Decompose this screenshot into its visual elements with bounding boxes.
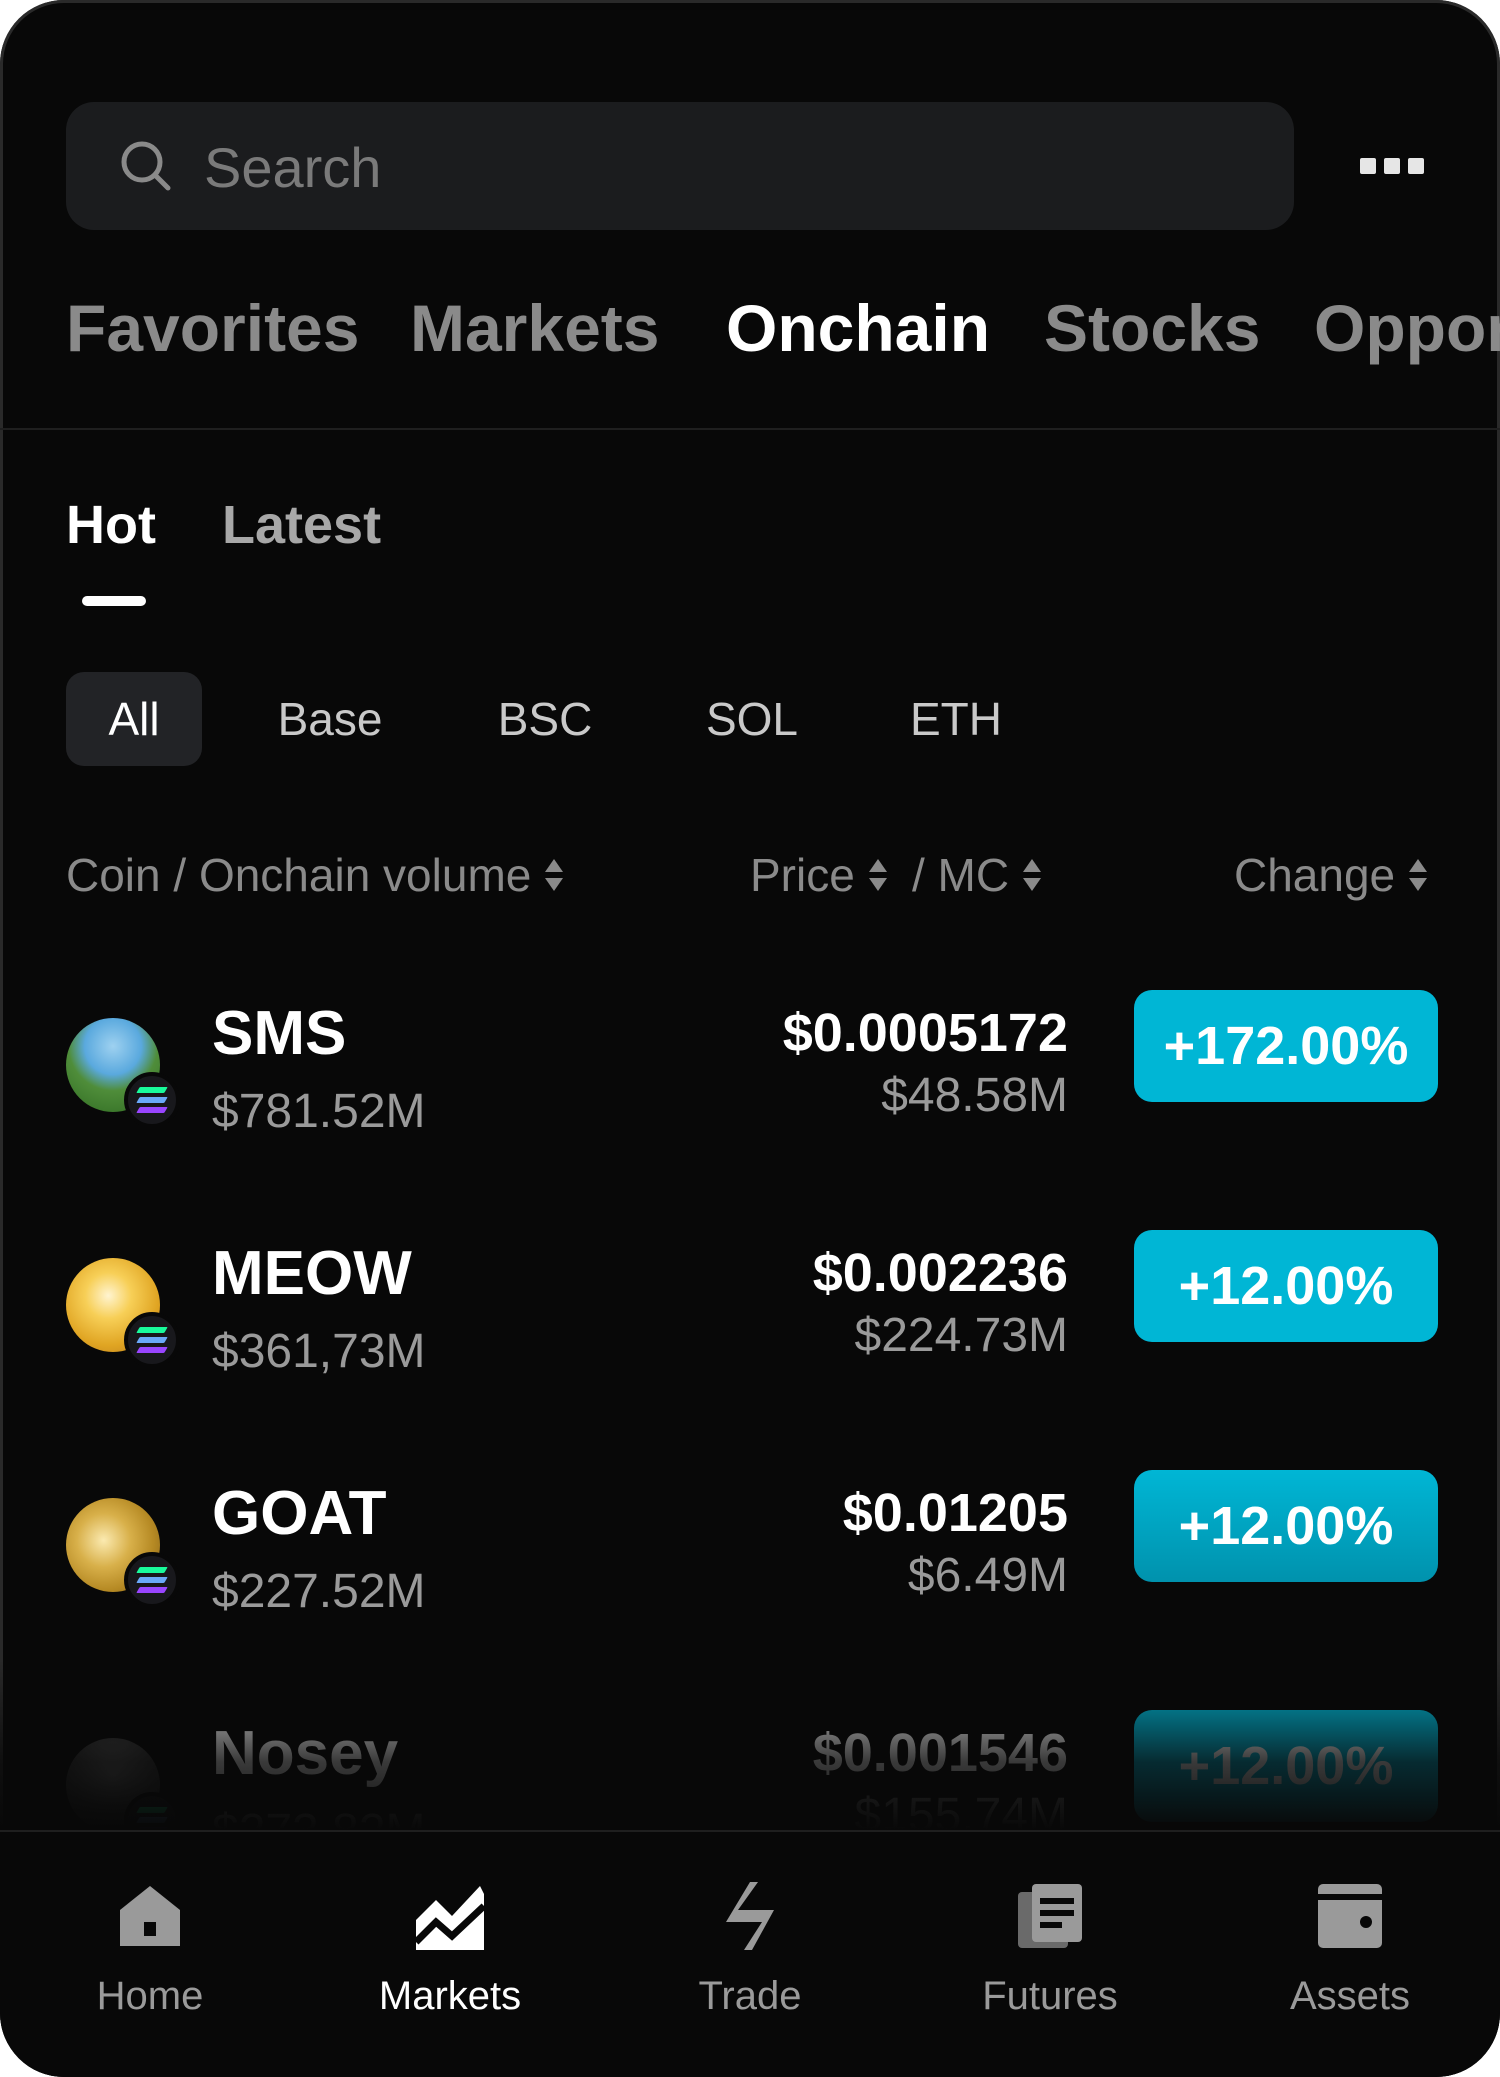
coin-row[interactable]: MEOW $361,73M $0.002236 $224.73M +12.00% xyxy=(0,1228,1500,1428)
subtab-latest[interactable]: Latest xyxy=(222,494,381,556)
coin-volume: $781.52M xyxy=(212,1085,426,1138)
nav-label: Assets xyxy=(1289,1974,1411,2018)
nav-markets[interactable]: Markets xyxy=(300,1832,600,2077)
header-coin-label: Coin / Onchain volume xyxy=(66,849,532,901)
sort-icon xyxy=(1023,857,1042,893)
tabs-divider xyxy=(0,428,1500,430)
search-icon xyxy=(121,141,171,191)
header-price[interactable]: Price xyxy=(750,848,887,902)
sort-icon xyxy=(1409,857,1428,893)
tab-stocks[interactable]: Stocks xyxy=(1044,290,1260,366)
filter-base[interactable]: Base xyxy=(250,672,410,766)
coin-row[interactable]: SMS $781.52M $0.0005172 $48.58M +172.00% xyxy=(0,988,1500,1188)
coin-price: $0.002236 xyxy=(812,1243,1068,1303)
nav-trade[interactable]: Trade xyxy=(600,1832,900,2077)
trade-icon xyxy=(726,1882,774,1950)
bottom-nav: Home Markets Trade Futures Assets xyxy=(0,1830,1500,2077)
coin-name: GOAT xyxy=(212,1479,387,1548)
markets-icon xyxy=(414,1886,486,1950)
coin-market-cap: $48.58M xyxy=(881,1069,1068,1122)
filter-all[interactable]: All xyxy=(66,672,202,766)
app-screen: Favorites Markets Onchain Stocks Oppor H… xyxy=(0,0,1500,2077)
header-coin-volume[interactable]: Coin / Onchain volume xyxy=(66,848,564,902)
sort-icon xyxy=(868,857,887,893)
filter-sol[interactable]: SOL xyxy=(680,672,824,766)
coin-price: $0.01205 xyxy=(842,1483,1068,1543)
solana-chain-icon xyxy=(124,1552,180,1608)
tab-onchain[interactable]: Onchain xyxy=(726,290,990,366)
coin-price: $0.001546 xyxy=(812,1723,1068,1783)
coin-row[interactable]: GOAT $227.52M $0.01205 $6.49M +12.00% xyxy=(0,1468,1500,1668)
futures-icon xyxy=(1018,1884,1082,1948)
nav-label: Markets xyxy=(378,1974,522,2018)
active-subtab-indicator xyxy=(82,596,146,606)
header-change-label: Change xyxy=(1234,849,1396,901)
subtab-hot[interactable]: Hot xyxy=(66,494,156,556)
change-badge[interactable]: +172.00% xyxy=(1134,990,1438,1102)
header-price-label: Price xyxy=(750,849,855,901)
header-mc[interactable]: / MC xyxy=(912,848,1042,902)
header-mc-label: / MC xyxy=(912,849,1010,901)
nav-assets[interactable]: Assets xyxy=(1200,1832,1500,2077)
header-change[interactable]: Change xyxy=(1234,848,1428,902)
filter-eth[interactable]: ETH xyxy=(886,672,1026,766)
coin-market-cap: $6.49M xyxy=(907,1549,1068,1602)
more-options-icon[interactable] xyxy=(1360,148,1430,184)
solana-chain-icon xyxy=(124,1312,180,1368)
nav-label: Trade xyxy=(698,1974,802,2018)
sort-icon xyxy=(545,857,564,893)
coin-name: Nosey xyxy=(212,1719,399,1788)
solana-chain-icon xyxy=(124,1072,180,1128)
coin-name: SMS xyxy=(212,999,347,1068)
nav-label: Home xyxy=(96,1974,204,2018)
coin-market-cap: $224.73M xyxy=(854,1309,1069,1362)
nav-home[interactable]: Home xyxy=(0,1832,300,2077)
coin-name: MEOW xyxy=(212,1239,412,1308)
tab-favorites[interactable]: Favorites xyxy=(66,290,359,366)
tab-opportunities[interactable]: Oppor xyxy=(1314,290,1500,366)
coin-price: $0.0005172 xyxy=(782,1003,1068,1063)
home-icon xyxy=(120,1886,180,1946)
change-badge[interactable]: +12.00% xyxy=(1134,1710,1438,1822)
tab-markets[interactable]: Markets xyxy=(410,290,659,366)
search-input[interactable] xyxy=(202,102,1256,232)
change-badge[interactable]: +12.00% xyxy=(1134,1230,1438,1342)
coin-volume: $227.52M xyxy=(212,1565,426,1618)
search-bar[interactable] xyxy=(66,102,1294,232)
nav-futures[interactable]: Futures xyxy=(900,1832,1200,2077)
change-badge[interactable]: +12.00% xyxy=(1134,1470,1438,1582)
assets-icon xyxy=(1318,1884,1382,1948)
filter-bsc[interactable]: BSC xyxy=(470,672,620,766)
nav-label: Futures xyxy=(982,1974,1118,2018)
coin-volume: $361,73M xyxy=(212,1325,426,1378)
